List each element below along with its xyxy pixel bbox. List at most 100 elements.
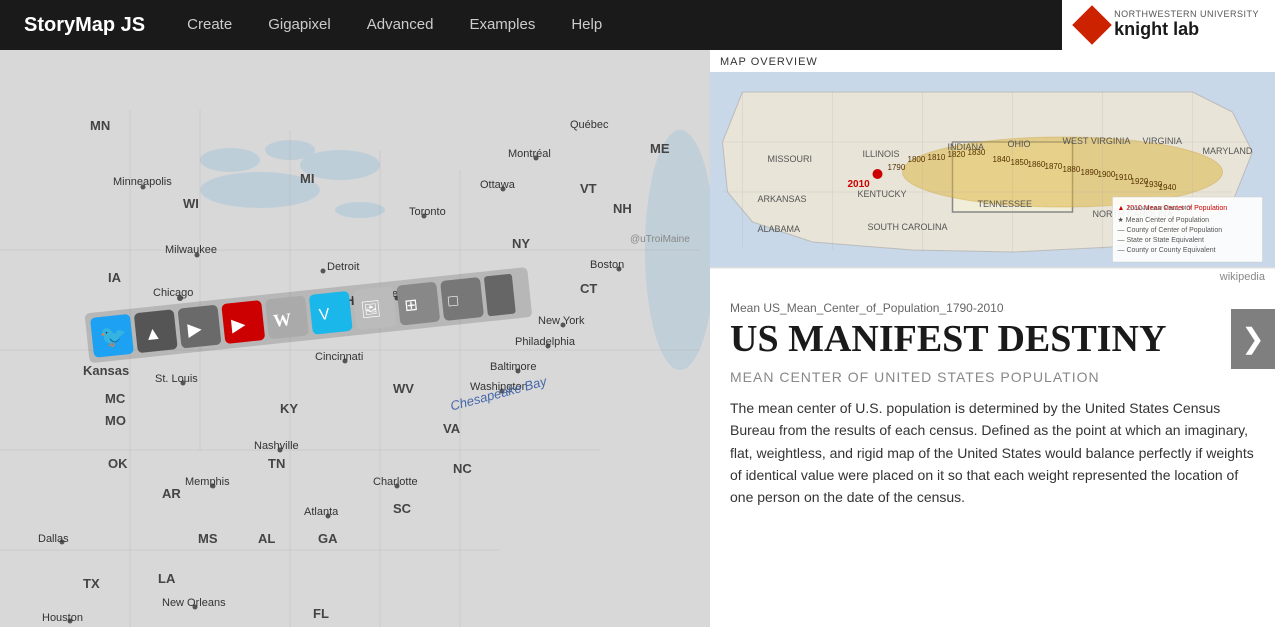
svg-text:1860: 1860 <box>1028 160 1046 169</box>
svg-text:SC: SC <box>393 501 412 516</box>
svg-text:1880: 1880 <box>1063 165 1081 174</box>
svg-text:🖼: 🖼 <box>360 300 382 320</box>
svg-text:MS: MS <box>198 531 218 546</box>
svg-text:ARKANSAS: ARKANSAS <box>758 194 807 204</box>
svg-text:FL: FL <box>313 606 329 621</box>
svg-text:TN: TN <box>268 456 285 471</box>
navbar: StoryMap JS Create Gigapixel Advanced Ex… <box>0 0 1275 50</box>
svg-text:Ottawa: Ottawa <box>480 179 516 191</box>
svg-text:MN: MN <box>90 118 110 133</box>
svg-text:▲: ▲ <box>143 323 163 345</box>
wikipedia-credit: wikipedia <box>710 268 1275 285</box>
svg-text:MISSOURI: MISSOURI <box>768 154 813 164</box>
svg-text:New York: New York <box>538 315 585 327</box>
svg-text:MI: MI <box>300 171 314 186</box>
svg-text:1850: 1850 <box>1011 158 1029 167</box>
svg-text:ILLINOIS: ILLINOIS <box>863 149 900 159</box>
nav-examples[interactable]: Examples <box>451 0 553 50</box>
svg-text:Québec: Québec <box>570 119 609 131</box>
svg-text:TENNESSEE: TENNESSEE <box>978 199 1033 209</box>
story-title: US MANIFEST DESTINY <box>730 319 1255 361</box>
story-subtitle: MEAN CENTER OF UNITED STATES POPULATION <box>730 369 1255 385</box>
svg-text:New Orleans: New Orleans <box>162 597 226 609</box>
svg-text:VIRGINIA: VIRGINIA <box>1143 136 1183 146</box>
svg-text:Chicago: Chicago <box>153 287 193 299</box>
svg-text:OHIO: OHIO <box>1008 139 1031 149</box>
svg-text:1870: 1870 <box>1045 162 1063 171</box>
svg-text:KY: KY <box>280 401 298 416</box>
story-panel: MAP OVERVIEW <box>710 50 1275 627</box>
svg-text:NC: NC <box>453 461 472 476</box>
map-svg: MN WI MI IA IL IN OH PA NY CT VT NH ME O… <box>0 50 710 627</box>
knightlab-logo[interactable]: NORTHWESTERN UNIVERSITY knight lab <box>1062 0 1275 50</box>
svg-text:Atlanta: Atlanta <box>304 506 339 518</box>
svg-text:Detroit: Detroit <box>327 261 359 273</box>
svg-text:MO: MO <box>105 413 126 428</box>
knightlab-diamond <box>1072 5 1112 45</box>
story-body: The mean center of U.S. population is de… <box>730 397 1255 509</box>
nav-advanced[interactable]: Advanced <box>349 0 452 50</box>
nav-links: Create Gigapixel Advanced Examples Help <box>169 0 620 50</box>
knightlab-text: NORTHWESTERN UNIVERSITY knight lab <box>1114 10 1259 40</box>
svg-text:MC: MC <box>105 391 126 406</box>
svg-text:Kansas: Kansas <box>83 363 129 378</box>
svg-text:VA: VA <box>443 421 461 436</box>
svg-text:NH: NH <box>613 201 632 216</box>
svg-text:Dallas: Dallas <box>38 533 69 545</box>
svg-text:Philadelphia: Philadelphia <box>515 336 576 348</box>
svg-text:★ Mean Center of Population: ★ Mean Center of Population <box>1118 216 1210 224</box>
svg-text:Charlotte: Charlotte <box>373 476 418 488</box>
svg-text:TX: TX <box>83 576 100 591</box>
svg-text:INDIANA: INDIANA <box>948 142 985 152</box>
svg-text:AL: AL <box>258 531 275 546</box>
svg-text:1940: 1940 <box>1159 183 1177 192</box>
svg-text:Cincinnati: Cincinnati <box>315 351 363 363</box>
overview-map-container: 1790 1800 1810 1820 1830 1840 1850 1860 … <box>710 72 1275 267</box>
svg-text:SOUTH CAROLINA: SOUTH CAROLINA <box>868 222 948 232</box>
svg-text:1840: 1840 <box>993 155 1011 164</box>
svg-text:Toronto: Toronto <box>409 206 446 218</box>
svg-text:Minneapolis: Minneapolis <box>113 176 172 188</box>
overview-label: MAP OVERVIEW <box>710 50 1275 72</box>
svg-text:ME: ME <box>650 141 670 156</box>
svg-text:Nashville: Nashville <box>254 440 299 452</box>
svg-text:▶: ▶ <box>187 318 203 339</box>
svg-text:MARYLAND: MARYLAND <box>1203 146 1253 156</box>
svg-text:W: W <box>272 309 292 331</box>
svg-text:NY: NY <box>512 236 530 251</box>
story-content: Mean US_Mean_Center_of_Population_1790-2… <box>710 285 1275 627</box>
svg-text:KENTUCKY: KENTUCKY <box>858 189 907 199</box>
svg-text:Houston: Houston <box>42 612 83 624</box>
svg-text:WEST VIRGINIA: WEST VIRGINIA <box>1063 136 1131 146</box>
svg-text:1900: 1900 <box>1098 170 1116 179</box>
svg-text:LA: LA <box>158 571 176 586</box>
svg-text:🐦: 🐦 <box>99 322 129 350</box>
svg-text:@uTroiMaine: @uTroiMaine <box>630 234 690 245</box>
svg-text:AR: AR <box>162 486 181 501</box>
svg-text:WV: WV <box>393 381 414 396</box>
svg-text:1790: 1790 <box>888 163 906 172</box>
svg-text:Milwaukee: Milwaukee <box>165 244 217 256</box>
svg-text:St. Louis: St. Louis <box>155 373 198 385</box>
svg-text:1810: 1810 <box>928 153 946 162</box>
svg-text:— State or State Equivalent: — State or State Equivalent <box>1118 237 1204 244</box>
nav-create[interactable]: Create <box>169 0 250 50</box>
svg-text:— County of Center of Populati: — County of Center of Population <box>1118 227 1223 234</box>
svg-text:WI: WI <box>183 196 199 211</box>
svg-text:CT: CT <box>580 281 597 296</box>
overview-svg: 1790 1800 1810 1820 1830 1840 1850 1860 … <box>710 72 1275 267</box>
svg-text:Memphis: Memphis <box>185 476 230 488</box>
next-chevron-icon: ❯ <box>1241 322 1264 356</box>
svg-text:Located near Plato, MO: Located near Plato, MO <box>1128 206 1192 212</box>
svg-text:▶: ▶ <box>230 314 246 335</box>
next-arrow-button[interactable]: ❯ <box>1231 309 1275 369</box>
svg-text:IA: IA <box>108 270 122 285</box>
nav-help[interactable]: Help <box>553 0 620 50</box>
lab-label: knight lab <box>1114 20 1259 40</box>
svg-text:— County or County Equivalent: — County or County Equivalent <box>1118 247 1216 254</box>
svg-text:VT: VT <box>580 181 597 196</box>
svg-text:V: V <box>318 306 331 324</box>
brand-logo[interactable]: StoryMap JS <box>0 14 169 37</box>
nav-gigapixel[interactable]: Gigapixel <box>250 0 349 50</box>
svg-text:1890: 1890 <box>1081 168 1099 177</box>
